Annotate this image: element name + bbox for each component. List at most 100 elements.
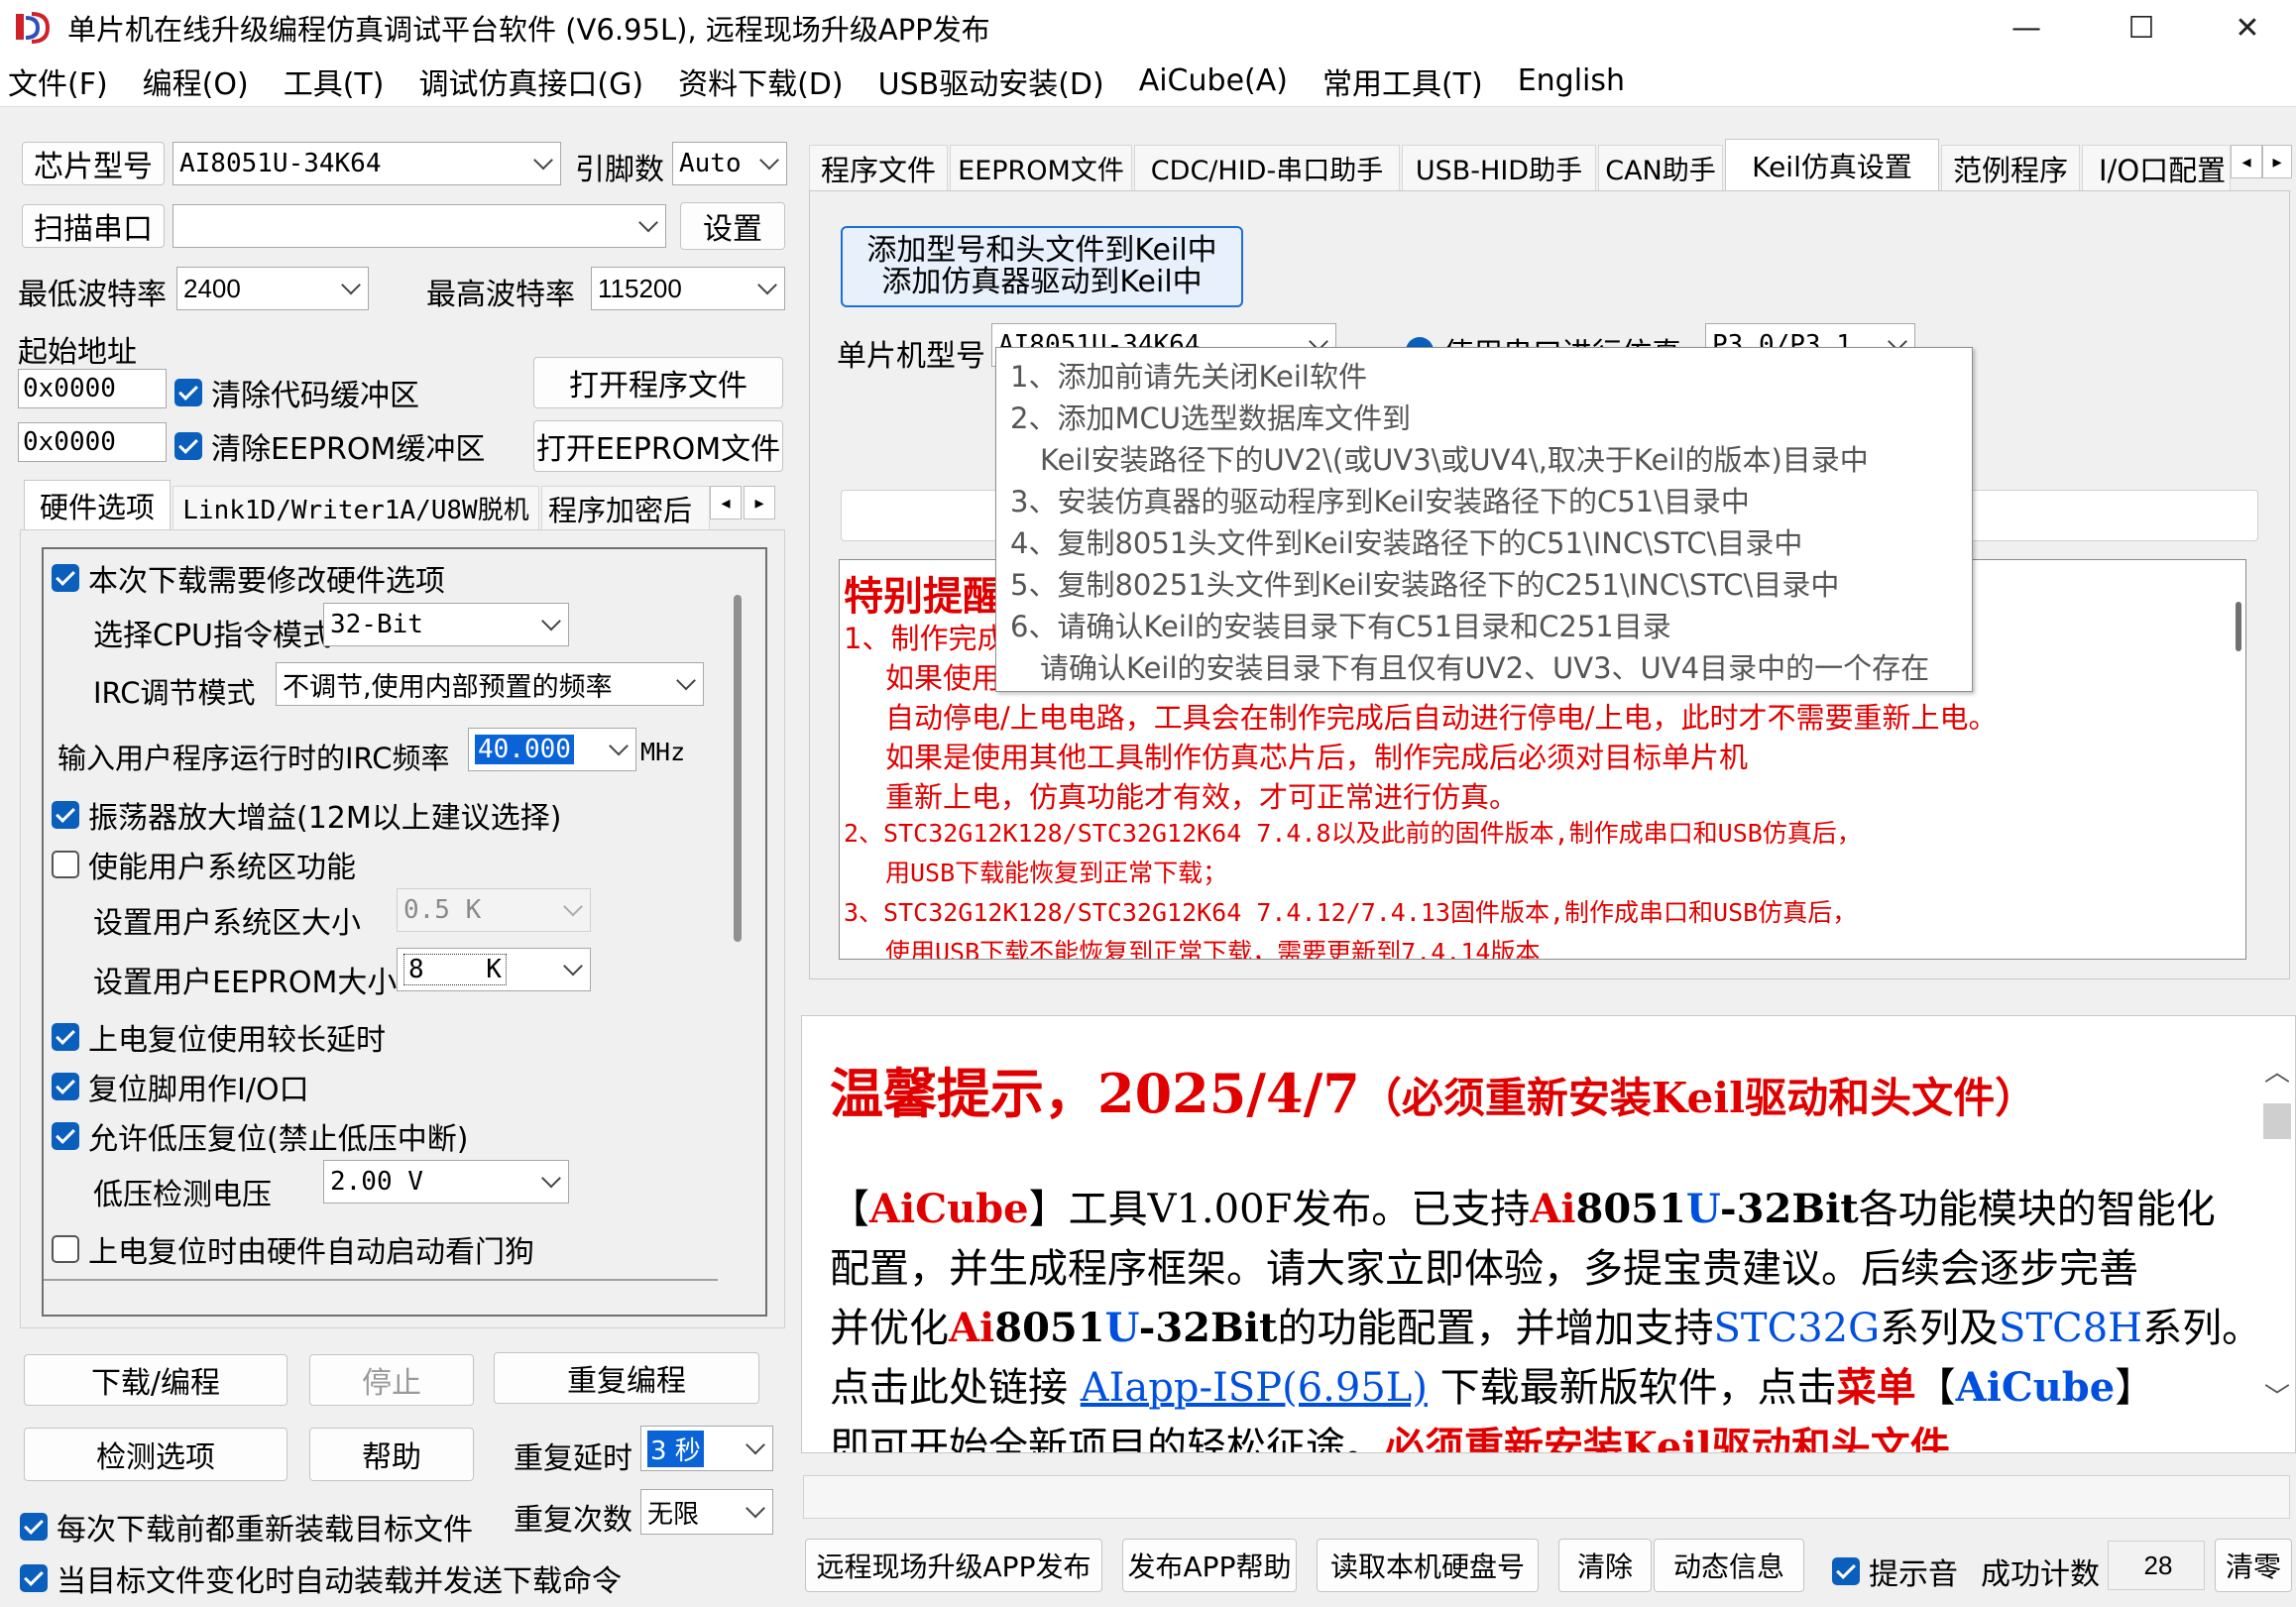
menu-downloads[interactable]: 资料下载(D): [678, 59, 844, 103]
power-delay-label: 上电复位使用较长延时: [88, 1023, 386, 1058]
download-link[interactable]: AIapp-ISP(6.95L): [1081, 1365, 1428, 1411]
repeat-count-select[interactable]: 无限: [640, 1489, 773, 1535]
modify-hw-checkbox[interactable]: 本次下载需要修改硬件选项: [52, 556, 445, 600]
power-delay-checkbox[interactable]: 上电复位使用较长延时: [52, 1015, 386, 1059]
checkbox-checked-icon: [1832, 1557, 1860, 1585]
chevron-down-icon: [563, 896, 583, 917]
stop-button[interactable]: 停止: [309, 1354, 474, 1406]
remote-app-publish-button[interactable]: 远程现场升级APP发布: [805, 1539, 1102, 1592]
dynamic-info-button[interactable]: 动态信息: [1654, 1539, 1804, 1592]
tab-keil-simulation[interactable]: Keil仿真设置: [1725, 139, 1939, 190]
chip-model-value: AI8051U-34K64: [179, 149, 382, 178]
menu-program[interactable]: 编程(O): [143, 59, 249, 103]
min-baud-select[interactable]: 2400: [176, 267, 369, 310]
repeat-program-button[interactable]: 重复编程: [494, 1352, 759, 1404]
menu-aicube[interactable]: AiCube(A): [1139, 63, 1288, 98]
reload-each-checkbox[interactable]: 每次下载前都重新装载目标文件: [20, 1505, 473, 1549]
tab-examples[interactable]: 范例程序: [1941, 145, 2080, 190]
repeat-count-label: 重复次数: [514, 1503, 632, 1538]
tab-usb-hid[interactable]: USB-HID助手: [1402, 145, 1596, 190]
max-baud-select[interactable]: 115200: [591, 267, 785, 310]
chip-model-select[interactable]: AI8051U-34K64: [172, 142, 561, 185]
menu-english[interactable]: English: [1518, 63, 1625, 98]
hw-options-scrollbar[interactable]: [734, 595, 742, 942]
eeprom-size-select[interactable]: 8 K: [397, 948, 591, 991]
repeat-delay-value: 3 秒: [647, 1430, 704, 1467]
help-button[interactable]: 帮助: [309, 1428, 474, 1481]
minimize-button[interactable]: —: [1969, 0, 2084, 56]
app-publish-help-button[interactable]: 发布APP帮助: [1122, 1539, 1297, 1592]
user-system-area-label: 使能用户系统区功能: [88, 851, 356, 885]
close-button[interactable]: ✕: [2199, 0, 2296, 56]
news-scroll-down-icon[interactable]: ﹀: [2259, 1377, 2295, 1417]
tab-encryption[interactable]: 程序加密后: [541, 486, 710, 529]
max-baud-label: 最高波特率: [426, 278, 575, 312]
menu-debug-interface[interactable]: 调试仿真接口(G): [418, 59, 643, 103]
note-line-9: 使用USB下载不能恢复到正常下载，需要更新到7.4.14版本: [885, 938, 1541, 960]
check-options-button[interactable]: 检测选项: [24, 1428, 287, 1481]
tab-scroll-left-icon[interactable]: ◂: [2231, 145, 2262, 178]
tab-can[interactable]: CAN助手: [1598, 145, 1723, 190]
auto-reload-checkbox[interactable]: 当目标文件变化时自动装载并发送下载命令: [20, 1556, 622, 1600]
tab-hardware-options[interactable]: 硬件选项: [24, 480, 171, 529]
eeprom-address-input[interactable]: 0x0000: [18, 422, 167, 462]
chevron-down-icon: [746, 1435, 765, 1455]
irc-mode-value: 不调节,使用内部预置的频率: [283, 671, 613, 703]
open-eeprom-file-button[interactable]: 打开EEPROM文件: [533, 420, 783, 472]
clear-eeprom-buffer-checkbox[interactable]: 清除EEPROM缓冲区: [174, 424, 485, 468]
hw-options-divider: [44, 1279, 718, 1281]
low-voltage-select[interactable]: 2.00 V: [323, 1160, 569, 1204]
keil-add-tooltip: 1、添加前请先关闭Keil软件 2、添加MCU选型数据库文件到 Keil安装路径…: [995, 347, 1973, 692]
reset-count-button[interactable]: 清零: [2215, 1539, 2292, 1592]
irc-mode-select[interactable]: 不调节,使用内部预置的频率: [276, 662, 704, 706]
news-headline: 温馨提示，2025/4/7（必须重新安装Keil驱动和头文件）: [830, 1050, 2036, 1128]
tab-io-config[interactable]: I/O口配置: [2082, 145, 2231, 190]
tab-program-file[interactable]: 程序文件: [809, 145, 948, 190]
open-program-file-button[interactable]: 打开程序文件: [533, 357, 783, 408]
menu-usb-driver[interactable]: USB驱动安装(D): [878, 59, 1104, 103]
serial-port-select[interactable]: [172, 204, 666, 248]
low-voltage-reset-checkbox[interactable]: 允许低压复位(禁止低压中断): [52, 1114, 468, 1158]
add-to-keil-line1: 添加型号和头文件到Keil中: [866, 233, 1217, 268]
tab-eeprom-file[interactable]: EEPROM文件: [950, 145, 1132, 190]
download-program-button[interactable]: 下载/编程: [24, 1354, 287, 1406]
note-scrollbar[interactable]: [2236, 602, 2241, 651]
menu-tools[interactable]: 工具(T): [284, 59, 385, 103]
news-scrollbar-thumb[interactable]: [2263, 1103, 2291, 1139]
news-scroll-up-icon[interactable]: ︿: [2259, 1052, 2295, 1091]
tab-offline-writer[interactable]: Link1D/Writer1A/U8W脱机: [172, 486, 539, 529]
clear-code-buffer-checkbox[interactable]: 清除代码缓冲区: [174, 371, 419, 414]
system-area-size-select[interactable]: 0.5 K: [397, 888, 591, 932]
reset-io-checkbox[interactable]: 复位脚用作I/O口: [52, 1065, 309, 1108]
chevron-down-icon: [563, 956, 583, 976]
note-line-8: 3、STC32G12K128/STC32G12K64 7.4.12/7.4.13…: [844, 898, 1858, 927]
read-disk-id-button[interactable]: 读取本机硬盘号: [1317, 1539, 1539, 1592]
window-title: 单片机在线升级编程仿真调试平台软件 (V6.95L), 远程现场升级APP发布: [67, 13, 990, 47]
tab-scroll-right-icon[interactable]: ▸: [744, 486, 775, 519]
watchdog-checkbox[interactable]: 上电复位时由硬件自动启动看门狗: [52, 1227, 534, 1271]
cpu-mode-select[interactable]: 32-Bit: [323, 603, 569, 646]
scan-port-button[interactable]: 扫描串口: [22, 204, 165, 248]
menu-file[interactable]: 文件(F): [8, 59, 108, 103]
beep-label: 提示音: [1869, 1557, 1958, 1592]
chip-model-button[interactable]: 芯片型号: [22, 142, 165, 185]
clear-button[interactable]: 清除: [1558, 1539, 1652, 1592]
tab-scroll-left-icon[interactable]: ◂: [710, 486, 742, 519]
code-address-input[interactable]: 0x0000: [18, 369, 167, 408]
osc-gain-checkbox[interactable]: 振荡器放大增益(12M以上建议选择): [52, 793, 561, 837]
system-area-size-value: 0.5 K: [403, 895, 482, 925]
maximize-button[interactable]: ☐: [2084, 0, 2199, 56]
tab-cdc-hid-serial[interactable]: CDC/HID-串口助手: [1134, 145, 1400, 190]
chevron-down-icon: [759, 150, 779, 171]
special-note-title: 特别提醒: [844, 574, 1002, 620]
repeat-delay-select[interactable]: 3 秒: [640, 1426, 773, 1471]
menu-common-tools[interactable]: 常用工具(T): [1322, 59, 1483, 103]
pin-count-select[interactable]: Auto: [672, 142, 787, 185]
settings-button[interactable]: 设置: [680, 202, 785, 250]
user-system-area-checkbox[interactable]: 使能用户系统区功能: [52, 843, 356, 886]
chevron-down-icon: [541, 1168, 561, 1189]
irc-freq-select[interactable]: 40.000: [468, 728, 636, 771]
tab-scroll-right-icon[interactable]: ▸: [2262, 145, 2292, 178]
add-to-keil-button[interactable]: 添加型号和头文件到Keil中 添加仿真器驱动到Keil中: [841, 226, 1243, 307]
beep-checkbox[interactable]: 提示音: [1832, 1550, 1958, 1593]
